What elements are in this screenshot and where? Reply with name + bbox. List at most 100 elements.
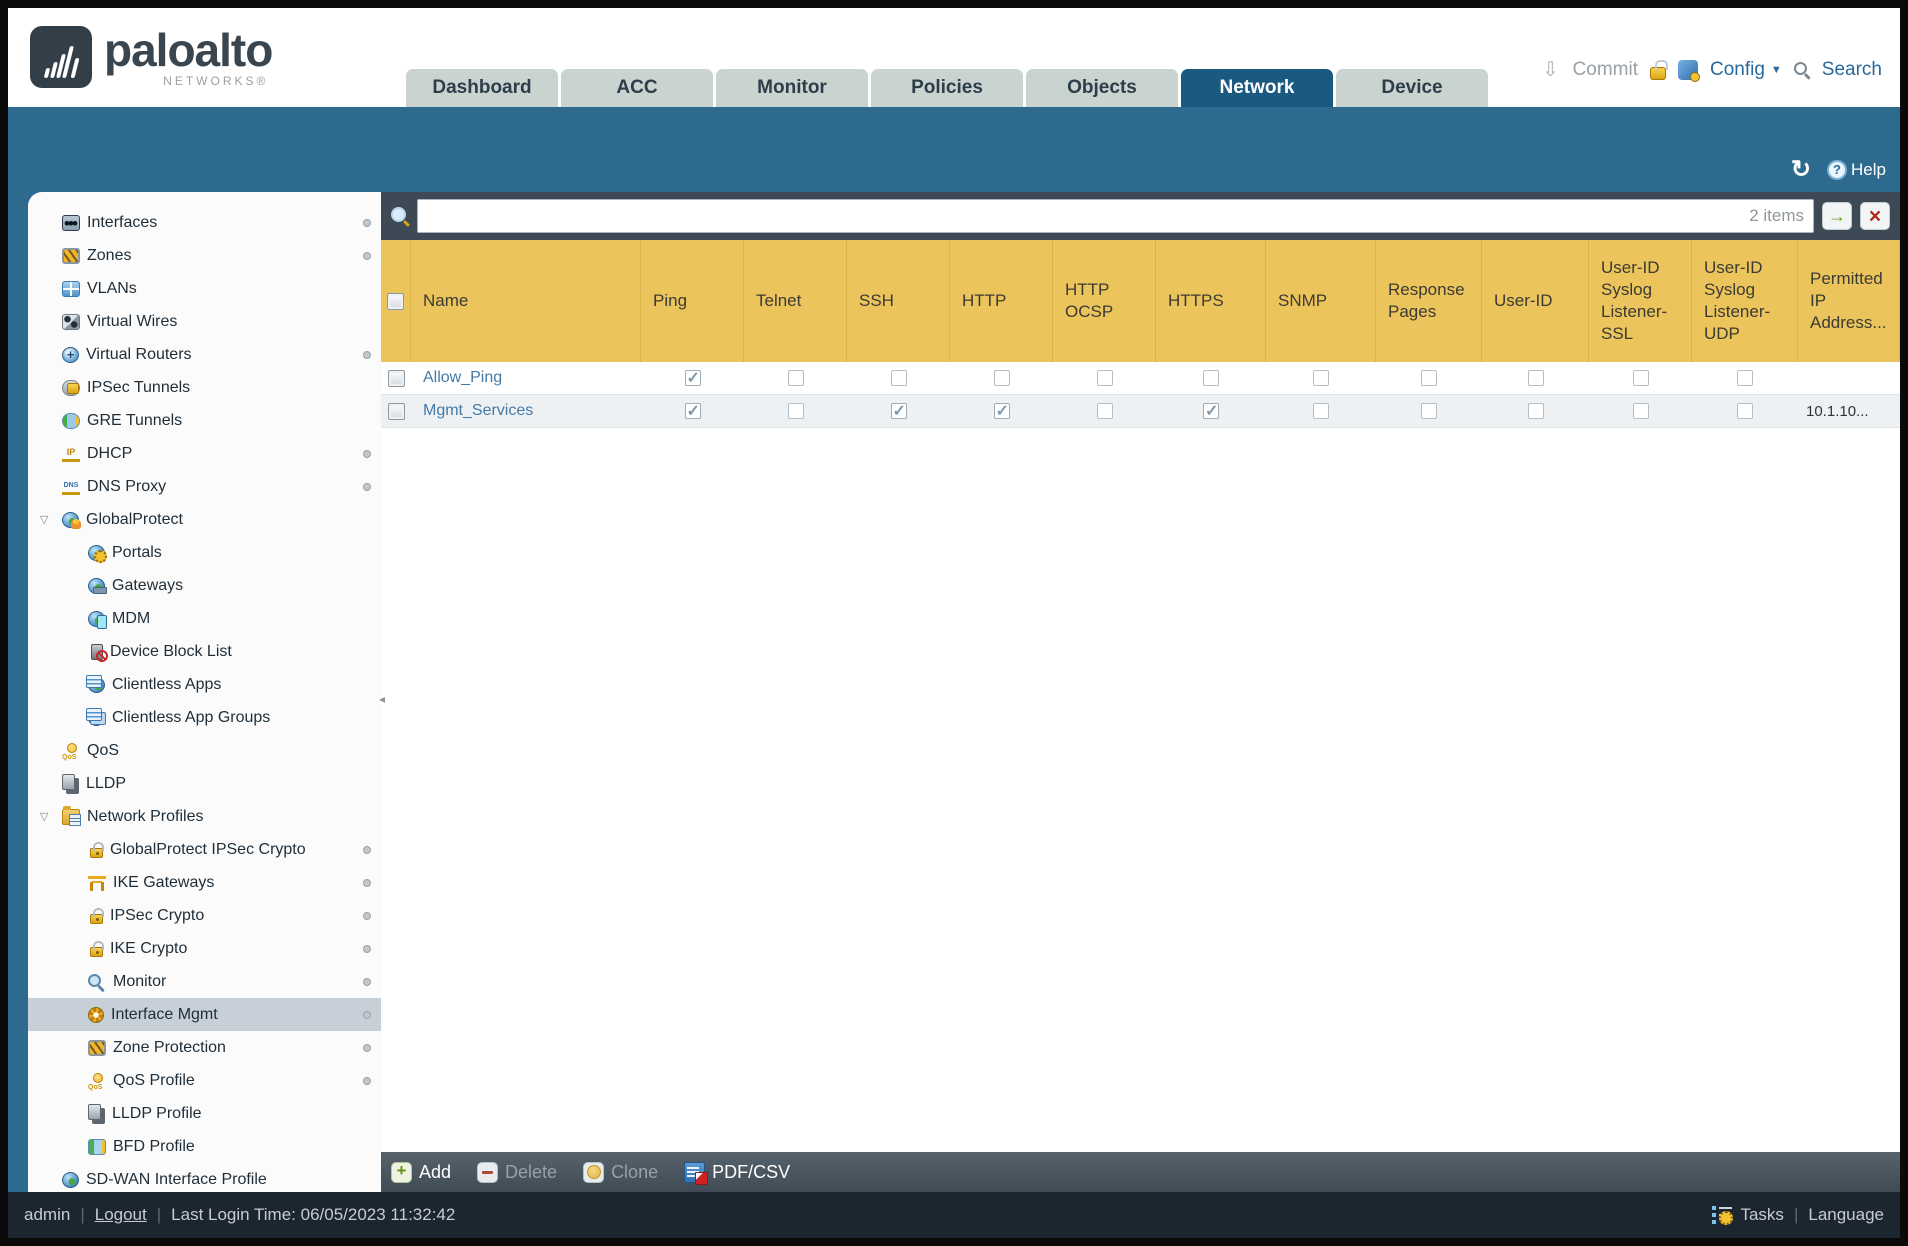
- search-button[interactable]: Search: [1822, 59, 1882, 81]
- clone-button[interactable]: Clone: [583, 1161, 658, 1183]
- checked-checkbox[interactable]: [684, 401, 701, 421]
- sidebar-item-vlans[interactable]: VLANs: [28, 272, 381, 305]
- sidebar-collapse-icon[interactable]: ◂: [379, 692, 385, 706]
- select-all-checkbox[interactable]: [387, 292, 404, 310]
- unchecked-checkbox[interactable]: [890, 370, 907, 386]
- clientless-apps-icon: [86, 674, 105, 693]
- caret-expanded-icon[interactable]: ▽: [40, 513, 62, 526]
- sidebar-item-portals[interactable]: Portals: [28, 536, 381, 569]
- unlock-icon[interactable]: [1649, 59, 1668, 80]
- row-name-link[interactable]: Mgmt_Services: [423, 402, 533, 420]
- column-header-http[interactable]: HTTP: [950, 240, 1053, 362]
- sidebar-item-bfd-profile[interactable]: BFD Profile: [28, 1130, 381, 1163]
- unchecked-checkbox[interactable]: [1313, 403, 1329, 419]
- sidebar-item-ike-gateways[interactable]: IKE Gateways: [28, 866, 381, 899]
- sidebar-item-lldp[interactable]: LLDP: [28, 767, 381, 800]
- help-button[interactable]: ? Help: [1827, 159, 1886, 180]
- clear-filter-button[interactable]: ×: [1860, 202, 1890, 230]
- column-header-ssh[interactable]: SSH: [847, 240, 950, 362]
- unchecked-checkbox[interactable]: [1096, 370, 1113, 386]
- tasks-button[interactable]: Tasks: [1740, 1205, 1783, 1225]
- column-header-http-ocsp[interactable]: HTTP OCSP: [1053, 240, 1156, 362]
- unchecked-checkbox[interactable]: [1203, 370, 1219, 386]
- sidebar-item-network-profiles[interactable]: ▽ Network Profiles: [28, 800, 381, 833]
- sidebar-item-zones[interactable]: Zones: [28, 239, 381, 272]
- sidebar-item-dhcp[interactable]: DHCP: [28, 437, 381, 470]
- unchecked-checkbox[interactable]: [1096, 403, 1113, 419]
- tab-acc[interactable]: ACC: [561, 69, 713, 107]
- column-header-permitted-ip-address[interactable]: Permitted IP Address...: [1798, 240, 1900, 362]
- column-header-user-id-syslog-listener-ssl[interactable]: User-ID Syslog Listener-SSL: [1589, 240, 1692, 362]
- sidebar-item-clientless-app-groups[interactable]: Clientless App Groups: [28, 701, 381, 734]
- unchecked-checkbox[interactable]: [1527, 370, 1544, 386]
- sidebar-item-gre-tunnels[interactable]: GRE Tunnels: [28, 404, 381, 437]
- language-button[interactable]: Language: [1808, 1205, 1884, 1225]
- sidebar-item-sd-wan-interface-profile[interactable]: SD-WAN Interface Profile: [28, 1163, 381, 1192]
- unchecked-checkbox[interactable]: [1632, 403, 1649, 419]
- caret-expanded-icon[interactable]: ▽: [40, 810, 62, 823]
- unchecked-checkbox[interactable]: [787, 370, 804, 386]
- tab-monitor[interactable]: Monitor: [716, 69, 868, 107]
- pdf-csv-button[interactable]: PDF/CSV: [684, 1161, 790, 1185]
- column-header-ping[interactable]: Ping: [641, 240, 744, 362]
- unchecked-checkbox[interactable]: [1421, 370, 1437, 386]
- column-header-response-pages[interactable]: Response Pages: [1376, 240, 1482, 362]
- row-checkbox[interactable]: [387, 402, 405, 420]
- column-header-user-id-syslog-listener-udp[interactable]: User-ID Syslog Listener-UDP: [1692, 240, 1798, 362]
- sidebar-item-qos-profile[interactable]: QoS Profile: [28, 1064, 381, 1097]
- sidebar-item-monitor[interactable]: Monitor: [28, 965, 381, 998]
- sidebar-item-ike-crypto[interactable]: IKE Crypto: [28, 932, 381, 965]
- sidebar-item-device-block-list[interactable]: Device Block List: [28, 635, 381, 668]
- checked-checkbox[interactable]: [993, 401, 1010, 421]
- filter-input[interactable]: [417, 199, 1814, 233]
- checked-checkbox[interactable]: [1203, 401, 1219, 421]
- sidebar-item-mdm[interactable]: MDM: [28, 602, 381, 635]
- logout-link[interactable]: Logout: [95, 1205, 147, 1225]
- tab-policies[interactable]: Policies: [871, 69, 1023, 107]
- add-button[interactable]: Add: [391, 1161, 451, 1183]
- sidebar-item-interfaces[interactable]: Interfaces: [28, 206, 381, 239]
- column-header-telnet[interactable]: Telnet: [744, 240, 847, 362]
- refresh-icon[interactable]: ↻: [1791, 155, 1811, 184]
- tab-objects[interactable]: Objects: [1026, 69, 1178, 107]
- column-header-user-id[interactable]: User-ID: [1482, 240, 1589, 362]
- tab-network[interactable]: Network: [1181, 69, 1333, 107]
- tab-dashboard[interactable]: Dashboard: [406, 69, 558, 107]
- sidebar-item-ipsec-crypto[interactable]: IPSec Crypto: [28, 899, 381, 932]
- checked-checkbox[interactable]: [684, 368, 701, 388]
- unchecked-checkbox[interactable]: [1737, 370, 1753, 386]
- sidebar-item-ipsec-tunnels[interactable]: IPSec Tunnels: [28, 371, 381, 404]
- sidebar-item-dns-proxy[interactable]: DNS Proxy: [28, 470, 381, 503]
- column-header-snmp[interactable]: SNMP: [1266, 240, 1376, 362]
- unchecked-checkbox[interactable]: [1313, 370, 1329, 386]
- unchecked-checkbox[interactable]: [993, 370, 1010, 386]
- sidebar-item-globalprotect-ipsec-crypto[interactable]: GlobalProtect IPSec Crypto: [28, 833, 381, 866]
- sidebar-item-gateways[interactable]: Gateways: [28, 569, 381, 602]
- checked-checkbox[interactable]: [890, 401, 907, 421]
- sidebar-item-lldp-profile[interactable]: LLDP Profile: [28, 1097, 381, 1130]
- sidebar-item-clientless-apps[interactable]: Clientless Apps: [28, 668, 381, 701]
- column-header-name[interactable]: Name: [411, 240, 641, 362]
- sidebar-item-globalprotect[interactable]: ▽ GlobalProtect: [28, 503, 381, 536]
- apply-filter-button[interactable]: →: [1822, 202, 1852, 230]
- config-button[interactable]: Config: [1710, 59, 1765, 81]
- unchecked-checkbox[interactable]: [1527, 403, 1544, 419]
- tab-device[interactable]: Device: [1336, 69, 1488, 107]
- unchecked-checkbox[interactable]: [787, 403, 804, 419]
- vlans-icon: [62, 280, 80, 297]
- unchecked-checkbox[interactable]: [1421, 403, 1437, 419]
- sidebar-item-virtual-wires[interactable]: Virtual Wires: [28, 305, 381, 338]
- delete-button[interactable]: Delete: [477, 1161, 557, 1183]
- unchecked-checkbox[interactable]: [1737, 403, 1753, 419]
- ipsec-tunnels-icon: [62, 379, 80, 396]
- sidebar-item-qos[interactable]: QoS: [28, 734, 381, 767]
- row-checkbox[interactable]: [387, 369, 405, 387]
- status-dot: [363, 218, 371, 227]
- sidebar-item-interface-mgmt[interactable]: Interface Mgmt: [28, 998, 381, 1031]
- unchecked-checkbox[interactable]: [1632, 370, 1649, 386]
- row-name-link[interactable]: Allow_Ping: [423, 369, 502, 387]
- commit-button[interactable]: Commit: [1573, 59, 1638, 81]
- sidebar-item-zone-protection[interactable]: Zone Protection: [28, 1031, 381, 1064]
- column-header-https[interactable]: HTTPS: [1156, 240, 1266, 362]
- sidebar-item-virtual-routers[interactable]: Virtual Routers: [28, 338, 381, 371]
